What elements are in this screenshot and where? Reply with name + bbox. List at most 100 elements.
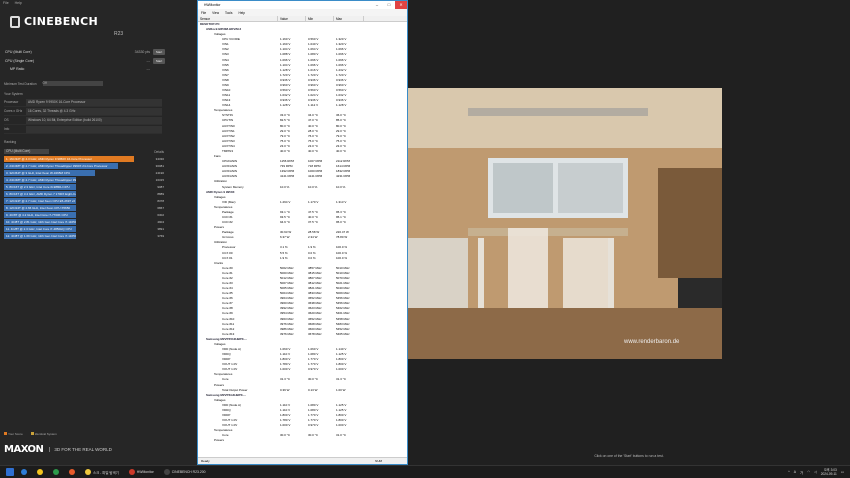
hwmonitor-window: HWMonitor – □ ✕ File View Tools Help Sen… bbox=[197, 0, 408, 465]
start-windows-icon[interactable] bbox=[6, 468, 14, 476]
taskbar: 스크 - 파일 탐색기 HWMonitor CINEBENCH R23.200 ^ … bbox=[0, 465, 850, 478]
hwmonitor-menu-bar: File View Tools Help bbox=[198, 9, 407, 16]
hwmonitor-status-bar: Ready NUM bbox=[198, 457, 407, 464]
score-row-mp: MP Ratio --- bbox=[5, 65, 165, 73]
score-row-multi: CPU (Multi Core) 34330 pts Start bbox=[5, 48, 165, 56]
app-icon bbox=[128, 469, 135, 475]
ranking-filter-select[interactable]: CPU (Multi Core) bbox=[4, 149, 49, 154]
system-value: Windows 10, 64 Bit, Enterprise Edition (… bbox=[26, 116, 162, 124]
app-icon bbox=[21, 469, 27, 475]
ranking-score: 24190 bbox=[155, 170, 164, 175]
taskbar-app[interactable]: 스크 - 파일 탐색기 bbox=[82, 467, 122, 477]
taskbar-app[interactable] bbox=[34, 467, 46, 477]
system-value: 16 Cores, 32 Threads @ 4.3 GHz bbox=[26, 107, 162, 115]
app-icon bbox=[163, 469, 170, 475]
col-value[interactable]: Value bbox=[278, 16, 306, 21]
ranking-section-title: Ranking bbox=[4, 140, 17, 144]
close-icon[interactable]: ✕ bbox=[395, 1, 407, 9]
sensor-tree[interactable]: DESKTOP-PC ASRock B650M-HDV/M.2 Voltages CP… bbox=[198, 22, 407, 456]
ranking-score: 3769 bbox=[157, 233, 164, 238]
col-max[interactable]: Max bbox=[334, 16, 364, 21]
start-multi-button[interactable]: Start bbox=[153, 49, 165, 55]
app-icon bbox=[53, 469, 59, 475]
system-info: Processor AMD Ryzen 9 9950X 16-Core Proce… bbox=[4, 98, 162, 134]
maximize-icon[interactable]: □ bbox=[383, 1, 395, 9]
ranking-row[interactable]: 7. 12C/24T @ 2.7 GHz, Intel Xeon CPU E5-… bbox=[4, 197, 164, 205]
ranking-bar: 8. 12C/24T @ 2.66 GHz, Intel Xeon CPU X5… bbox=[4, 204, 76, 211]
menu-file[interactable]: File bbox=[201, 11, 206, 15]
render-hint: Click on one of the 'Start' buttons to r… bbox=[594, 454, 664, 458]
ranking-row[interactable]: 1. 16C/32T @ 4.3 GHz, AMD Ryzen 9 9950X … bbox=[4, 155, 164, 163]
system-key: Cores x GHz bbox=[4, 109, 23, 113]
ranking-score: 9087 bbox=[157, 184, 164, 189]
ranking-bar: 9. 4C/8T @ 4.2 GHz, Intel Core i7-7700K … bbox=[4, 211, 76, 218]
clock[interactable]: 오후 3:03 2024-09-11 bbox=[821, 468, 837, 477]
ranking-score: 4904 bbox=[157, 219, 164, 224]
ranking-row[interactable]: 8. 12C/24T @ 2.66 GHz, Intel Xeon CPU X5… bbox=[4, 204, 164, 212]
render-image: www.renderbaron.de bbox=[408, 88, 722, 359]
ranking-row[interactable]: 3. 32C/64T @ 3 GHz, Intel Xeon W-3265M C… bbox=[4, 169, 164, 177]
render-watermark: www.renderbaron.de bbox=[623, 339, 680, 345]
ranking-row[interactable]: 4. 24C/48T @ 2.7 GHz, AMD Ryzen Threadri… bbox=[4, 176, 164, 184]
maxon-slogan: 3D FOR THE REAL WORLD bbox=[49, 446, 112, 452]
test-duration-label: Minimum Test Duration bbox=[4, 81, 37, 86]
wifi-icon[interactable]: ◠ bbox=[807, 470, 810, 474]
taskbar-app[interactable]: HWMonitor bbox=[126, 467, 157, 477]
test-duration-select[interactable]: Off bbox=[42, 81, 103, 86]
taskbar-app[interactable]: CINEBENCH R23.200 bbox=[161, 467, 209, 477]
system-tray: ^ A 가 ◠ ◁ 오후 3:03 2024-09-11 ▭ bbox=[788, 468, 850, 477]
system-row: OS Windows 10, 64 Bit, Enterprise Edition… bbox=[4, 116, 162, 125]
score-value: --- bbox=[146, 59, 151, 63]
taskbar-app[interactable] bbox=[50, 467, 62, 477]
ranking-list: 1. 16C/32T @ 4.3 GHz, AMD Ryzen 9 9950X … bbox=[4, 155, 164, 240]
legend-identical: Identical System bbox=[30, 432, 57, 436]
notification-icon[interactable]: ▭ bbox=[841, 470, 844, 474]
clock-date: 2024-09-11 bbox=[820, 472, 837, 476]
ranking-score: 16315 bbox=[155, 177, 164, 182]
hwmonitor-title: HWMonitor bbox=[204, 3, 221, 7]
ranking-bar: 10. 4C/8T @ 2.81 GHz, 11th Gen Intel Cor… bbox=[4, 218, 76, 225]
app-label: 스크 - 파일 탐색기 bbox=[93, 470, 119, 475]
system-value[interactable] bbox=[26, 125, 162, 133]
taskbar-app[interactable] bbox=[18, 467, 30, 477]
speaker-icon[interactable]: ◁ bbox=[814, 470, 817, 474]
system-section-title: Your System bbox=[4, 92, 23, 96]
details-button[interactable]: Details bbox=[154, 150, 164, 154]
col-sensor[interactable]: Sensor bbox=[198, 16, 278, 21]
score-label: MP Ratio bbox=[10, 67, 25, 71]
app-icon bbox=[37, 469, 43, 475]
ime-indicator[interactable]: A bbox=[794, 470, 796, 474]
ranking-row[interactable]: 9. 4C/8T @ 4.2 GHz, Intel Core i7-7700K … bbox=[4, 211, 164, 219]
ranking-bar: 6. 8C/16T @ 3.4 GHz, AMD Ryzen 7 1700X E… bbox=[4, 190, 76, 197]
ranking-score: 6302 bbox=[157, 212, 164, 217]
ranking-row[interactable]: 6. 8C/16T @ 3.4 GHz, AMD Ryzen 7 1700X E… bbox=[4, 190, 164, 198]
taskbar-app[interactable] bbox=[66, 467, 78, 477]
chevron-up-icon[interactable]: ^ bbox=[788, 470, 790, 474]
system-row: Processor AMD Ryzen 9 9950X 16-Core Proce… bbox=[4, 98, 162, 107]
score-value: --- bbox=[146, 67, 151, 71]
maxon-footer: MAXON 3D FOR THE REAL WORLD bbox=[4, 442, 112, 456]
app-label: CINEBENCH R23.200 bbox=[171, 470, 206, 474]
menu-help[interactable]: Help bbox=[15, 1, 22, 7]
ranking-row[interactable]: 12. 4C/8T @ 1.69 GHz, 11th Gen Intel Cor… bbox=[4, 232, 164, 240]
language-indicator[interactable]: 가 bbox=[800, 470, 803, 475]
start-single-button[interactable]: Start bbox=[153, 58, 165, 64]
sensor-row[interactable]: Powers bbox=[198, 438, 407, 443]
brand-title: CINEBENCH bbox=[24, 15, 98, 28]
ranking-row[interactable]: 2. 24C/48T @ 2.7 GHz, AMD Ryzen Threadri… bbox=[4, 162, 164, 170]
ranking-row[interactable]: 11. 4C/8T @ 2.3 GHz, Intel Core i7-4850H… bbox=[4, 225, 164, 233]
ranking: CPU (Multi Core) Details 1. 16C/32T @ 4.… bbox=[4, 148, 164, 239]
col-min[interactable]: Min bbox=[306, 16, 334, 21]
menu-file[interactable]: File bbox=[3, 1, 9, 7]
brand-version: R23 bbox=[114, 31, 124, 37]
ranking-row[interactable]: 10. 4C/8T @ 2.81 GHz, 11th Gen Intel Cor… bbox=[4, 218, 164, 226]
ranking-row[interactable]: 5. 8C/16T @ 2.3 GHz, Intel Core i9-9880H… bbox=[4, 183, 164, 191]
system-value: AMD Ryzen 9 9950X 16-Core Processor bbox=[26, 98, 162, 106]
menu-tools[interactable]: Tools bbox=[225, 11, 232, 15]
menu-view[interactable]: View bbox=[212, 11, 219, 15]
system-key: OS bbox=[4, 118, 9, 122]
status-text: Ready bbox=[201, 459, 210, 463]
menu-help[interactable]: Help bbox=[238, 11, 245, 15]
hwmonitor-titlebar: HWMonitor – □ ✕ bbox=[198, 1, 407, 9]
minimize-icon[interactable]: – bbox=[371, 1, 383, 9]
